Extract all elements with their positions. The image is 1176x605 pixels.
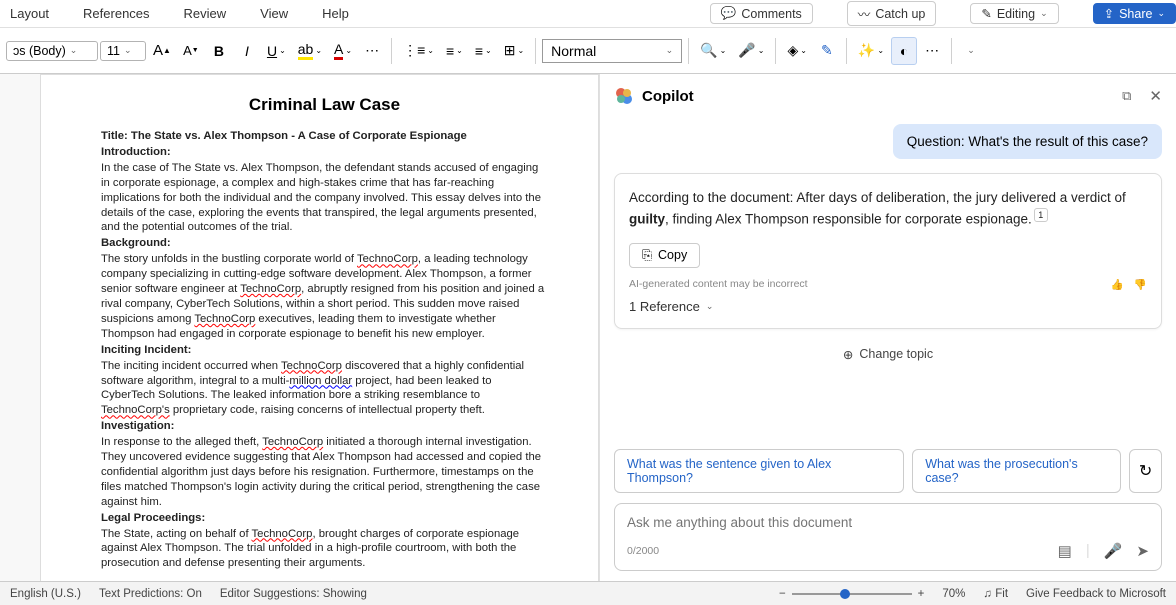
thumbs-up-icon[interactable]: 👍 — [1111, 279, 1124, 291]
status-lang[interactable]: English (U.S.) — [10, 588, 81, 600]
user-message: Question: What's the result of this case… — [893, 124, 1162, 159]
grow-font-button[interactable]: A▲ — [148, 37, 176, 65]
citation[interactable]: 1 — [1034, 208, 1048, 222]
wand-button[interactable]: ✨⌄ — [853, 37, 889, 65]
copy-icon: ⎘ — [642, 248, 652, 263]
char-counter: 0/2000 — [627, 545, 659, 557]
italic-button[interactable]: I — [234, 37, 260, 65]
ribbon: ɔs (Body)⌄ 11⌄ A▲ A▼ B I U⌄ ab⌄ A⌄ ⋯ ⋮≡⌄… — [0, 28, 1176, 74]
suggestion-2[interactable]: What was the prosecution's case? — [912, 449, 1121, 493]
heading-inc: Inciting Incident: — [101, 343, 548, 358]
para-leg: The State, acting on behalf of TechnoCor… — [101, 527, 548, 572]
status-pred[interactable]: Text Predictions: On — [99, 588, 202, 600]
mic-icon[interactable]: 🎤 — [1104, 542, 1123, 560]
reference-toggle[interactable]: 1 Reference⌄ — [629, 299, 1147, 314]
copilot-pane: Copilot ⧉ ✕ Question: What's the result … — [600, 74, 1176, 581]
more-font-button[interactable]: ⋯ — [359, 37, 385, 65]
fit-button[interactable]: ♫ Fit — [983, 588, 1008, 600]
thumbs-down-icon[interactable]: 👎 — [1134, 279, 1147, 291]
designer-button[interactable]: ◈⌄ — [782, 37, 811, 65]
para-intro: In the case of The State vs. Alex Thomps… — [101, 161, 548, 236]
find-button[interactable]: 🔍⌄ — [695, 37, 731, 65]
para-bg: The story unfolds in the bustling corpor… — [101, 252, 548, 341]
tab-help[interactable]: Help — [322, 6, 349, 21]
tab-view[interactable]: View — [260, 6, 288, 21]
comment-icon: 💬 — [721, 6, 737, 21]
comments-button[interactable]: 💬Comments — [710, 3, 813, 24]
page[interactable]: Criminal Law Case Title: The State vs. A… — [40, 74, 599, 581]
status-editor[interactable]: Editor Suggestions: Showing — [220, 588, 367, 600]
refresh-icon: ↻ — [1139, 461, 1152, 481]
copilot-logo-icon — [614, 86, 634, 106]
heading-inv: Investigation: — [101, 419, 548, 434]
plus-circle-icon: ⊕ — [843, 347, 853, 362]
zoom-slider[interactable] — [792, 593, 912, 595]
underline-button[interactable]: U⌄ — [262, 37, 291, 65]
heading-leg: Legal Proceedings: — [101, 511, 548, 526]
ai-response-card: According to the document: After days of… — [614, 173, 1162, 329]
align-button[interactable]: ≡⌄ — [470, 37, 497, 65]
size-select[interactable]: 11⌄ — [100, 41, 146, 61]
copilot-input[interactable] — [627, 515, 1149, 530]
book-icon[interactable]: ▤ — [1058, 542, 1072, 560]
document-area[interactable]: Criminal Law Case Title: The State vs. A… — [0, 74, 600, 581]
pencil-icon: ✎ — [981, 6, 991, 21]
overflow-button[interactable]: ⋯ — [919, 37, 945, 65]
zoom-control[interactable]: − + — [779, 588, 924, 600]
editing-button[interactable]: ✎Editing⌄ — [970, 3, 1058, 24]
suggestion-1[interactable]: What was the sentence given to Alex Thom… — [614, 449, 904, 493]
highlight-button[interactable]: ab⌄ — [293, 37, 327, 65]
dictate-button[interactable]: 🎤⌄ — [733, 37, 769, 65]
tab-layout[interactable]: Layout — [10, 6, 49, 21]
copilot-input-box[interactable]: 0/2000 ▤ | 🎤 ➤ — [614, 503, 1162, 571]
shrink-font-button[interactable]: A▼ — [178, 37, 204, 65]
share-button[interactable]: ⇪Share⌄ — [1093, 3, 1176, 24]
copy-button[interactable]: ⎘Copy — [629, 243, 700, 268]
reload-button[interactable]: ↻ — [1129, 449, 1162, 493]
heading-bg: Background: — [101, 236, 548, 251]
send-icon[interactable]: ➤ — [1136, 542, 1149, 560]
zoom-in-icon[interactable]: + — [918, 588, 925, 600]
style-select[interactable]: Normal⌄ — [542, 39, 682, 63]
chevron-button[interactable]: ⌄ — [958, 37, 984, 65]
zoom-out-icon[interactable]: − — [779, 588, 786, 600]
menu-bar: Layout References Review View Help 💬Comm… — [0, 0, 1176, 28]
para-inc: The inciting incident occurred when Tech… — [101, 359, 548, 419]
copilot-body: Question: What's the result of this case… — [600, 118, 1176, 449]
editor-button[interactable]: ✎ — [814, 37, 840, 65]
bullets-button[interactable]: ⋮≡⌄ — [398, 37, 439, 65]
spacing-button[interactable]: ⊞⌄ — [499, 37, 529, 65]
expand-icon[interactable]: ⧉ — [1122, 88, 1131, 104]
copilot-button[interactable]: ◐ — [891, 37, 917, 65]
status-bar: English (U.S.) Text Predictions: On Edit… — [0, 581, 1176, 605]
font-select[interactable]: ɔs (Body)⌄ — [6, 41, 98, 61]
close-icon[interactable]: ✕ — [1149, 87, 1162, 105]
catchup-button[interactable]: 〰Catch up — [847, 1, 937, 26]
heading-title: Title: The State vs. Alex Thompson - A C… — [101, 129, 548, 144]
zoom-value[interactable]: 70% — [942, 588, 965, 600]
doc-title: Criminal Law Case — [101, 95, 548, 115]
heading-intro: Introduction: — [101, 145, 548, 160]
share-icon: ⇪ — [1104, 6, 1114, 21]
ai-text: According to the document: After days of… — [629, 188, 1147, 229]
feedback-link[interactable]: Give Feedback to Microsoft — [1026, 588, 1166, 600]
tab-review[interactable]: Review — [184, 6, 227, 21]
copilot-title: Copilot — [642, 88, 694, 105]
para-inv: In response to the alleged theft, Techno… — [101, 435, 548, 510]
numbering-button[interactable]: ≡⌄ — [441, 37, 468, 65]
change-topic-button[interactable]: ⊕Change topic — [614, 347, 1162, 362]
font-color-button[interactable]: A⌄ — [329, 37, 357, 65]
tab-references[interactable]: References — [83, 6, 149, 21]
pulse-icon: 〰 — [858, 4, 871, 23]
bold-button[interactable]: B — [206, 37, 232, 65]
disclaimer-text: AI-generated content may be incorrect — [629, 278, 808, 290]
